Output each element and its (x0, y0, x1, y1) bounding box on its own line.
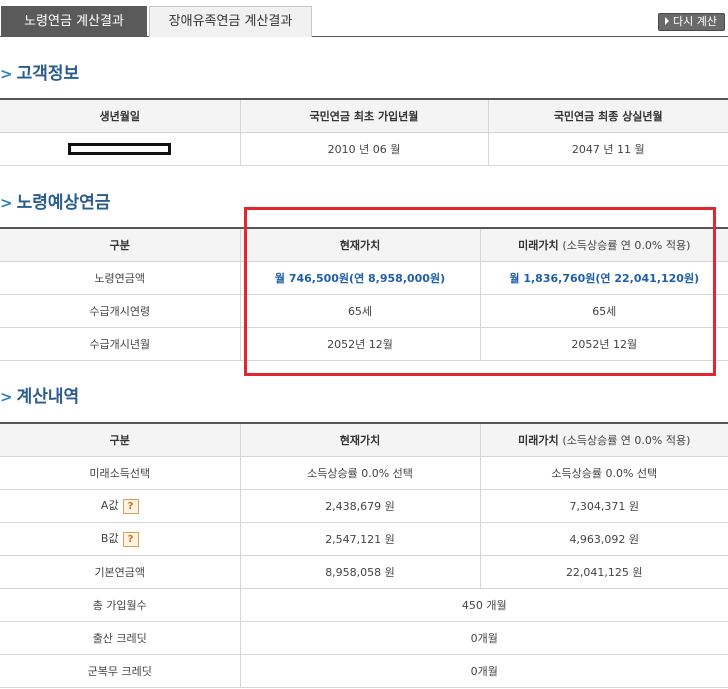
military-credit-value: 0개월 (239, 654, 728, 688)
expected-pension-table: 구분 현재가치 미래가치 (소득상승률 연 0.0% 적용) 노령연금액 월 7… (0, 227, 728, 361)
birth-credit-value: 0개월 (239, 621, 728, 655)
question-icon[interactable]: ? (122, 531, 139, 547)
pension-amount-future: 월 1,836,760원(연 22,041,120원) (479, 261, 728, 295)
chevron-right-icon: > (0, 194, 13, 212)
a-value-label: A값 (100, 499, 119, 513)
table-row: 총 가입월수 450 개월 (0, 588, 728, 622)
calc-details-heading: > 계산내역 (0, 385, 79, 409)
start-month-future: 2052년 12월 (479, 327, 728, 361)
row-label-b: B값? (0, 522, 240, 556)
customer-info-title: 고객정보 (16, 64, 80, 84)
a-value-future: 7,304,371 원 (479, 489, 728, 523)
pension-present-header: 현재가치 (239, 227, 480, 262)
b-value-label: B값 (100, 532, 119, 546)
row-label: 군복무 크레딧 (0, 654, 240, 688)
expected-pension-heading: > 노령예상연금 (0, 191, 110, 215)
a-value-present: 2,438,679 원 (239, 489, 480, 523)
question-icon[interactable]: ? (122, 498, 139, 514)
table-row: 미래소득선택 소득상승률 0.0% 선택 소득상승률 0.0% 선택 (0, 456, 728, 490)
birthdate-header: 생년월일 (0, 98, 240, 133)
customer-info-heading: > 고객정보 (0, 62, 79, 86)
first-join-header: 국민연금 최초 가입년월 (239, 98, 488, 133)
table-row: 수급개시연령 65세 65세 (0, 294, 728, 328)
calc-future-header: 미래가치 (소득상승률 연 0.0% 적용) (479, 422, 728, 457)
pension-category-header: 구분 (0, 227, 240, 262)
first-join-value: 2010 년 06 월 (239, 132, 488, 166)
calc-category-header: 구분 (0, 422, 240, 457)
row-label: 총 가입월수 (0, 588, 240, 622)
basic-pension-future: 22,041,125 원 (479, 555, 728, 589)
last-loss-header: 국민연금 최종 상실년월 (487, 98, 728, 133)
b-value-present: 2,547,121 원 (239, 522, 480, 556)
chevron-right-icon: > (0, 388, 13, 406)
row-label: 수급개시연령 (0, 294, 240, 328)
pension-amount-present: 월 746,500원(연 8,958,000원) (239, 261, 480, 295)
basic-pension-present: 8,958,058 원 (239, 555, 480, 589)
pension-future-note: (소득상승률 연 0.0% 적용) (562, 238, 691, 252)
row-label-a: A값? (0, 489, 240, 523)
chevron-right-icon: > (0, 65, 13, 83)
table-row: A값? 2,438,679 원 7,304,371 원 (0, 489, 728, 523)
pension-future-header: 미래가치 (소득상승률 연 0.0% 적용) (479, 227, 728, 262)
start-month-present: 2052년 12월 (239, 327, 480, 361)
start-age-future: 65세 (479, 294, 728, 328)
row-label: 수급개시년월 (0, 327, 240, 361)
calc-future-note: (소득상승률 연 0.0% 적용) (562, 433, 691, 447)
last-loss-value: 2047 년 11 월 (487, 132, 728, 166)
row-label: 노령연금액 (0, 261, 240, 295)
triangle-right-icon (665, 17, 670, 25)
row-label: 기본연금액 (0, 555, 240, 589)
recalculate-label: 다시 계산 (673, 15, 717, 28)
tab-disability-survivor-result[interactable]: 장애유족연금 계산결과 (149, 6, 312, 37)
tab-bar: 노령연금 계산결과 장애유족연금 계산결과 다시 계산 (0, 0, 728, 37)
row-label: 미래소득선택 (0, 456, 240, 490)
table-row: 군복무 크레딧 0개월 (0, 654, 728, 688)
calc-future-label: 미래가치 (518, 433, 559, 447)
calc-details-table: 구분 현재가치 미래가치 (소득상승률 연 0.0% 적용) 미래소득선택 소득… (0, 422, 728, 688)
expected-pension-title: 노령예상연금 (16, 193, 111, 213)
recalculate-button[interactable]: 다시 계산 (658, 13, 725, 31)
table-row: 출산 크레딧 0개월 (0, 621, 728, 655)
calc-details-title: 계산내역 (16, 387, 80, 407)
tab-old-age-result[interactable]: 노령연금 계산결과 (1, 6, 147, 37)
table-row: B값? 2,547,121 원 4,963,092 원 (0, 522, 728, 556)
redacted-birthdate (68, 143, 172, 155)
customer-info-table: 생년월일 국민연금 최초 가입년월 국민연금 최종 상실년월 2010 년 06… (0, 98, 728, 166)
birthdate-cell (0, 132, 240, 166)
total-months-value: 450 개월 (239, 588, 728, 622)
table-row: 기본연금액 8,958,058 원 22,041,125 원 (0, 555, 728, 589)
pension-future-label: 미래가치 (518, 238, 559, 252)
income-choice-present: 소득상승률 0.0% 선택 (239, 456, 480, 490)
b-value-future: 4,963,092 원 (479, 522, 728, 556)
table-row: 수급개시년월 2052년 12월 2052년 12월 (0, 327, 728, 361)
start-age-present: 65세 (239, 294, 480, 328)
row-label: 출산 크레딧 (0, 621, 240, 655)
income-choice-future: 소득상승률 0.0% 선택 (479, 456, 728, 490)
table-row: 노령연금액 월 746,500원(연 8,958,000원) 월 1,836,7… (0, 261, 728, 295)
calc-present-header: 현재가치 (239, 422, 480, 457)
